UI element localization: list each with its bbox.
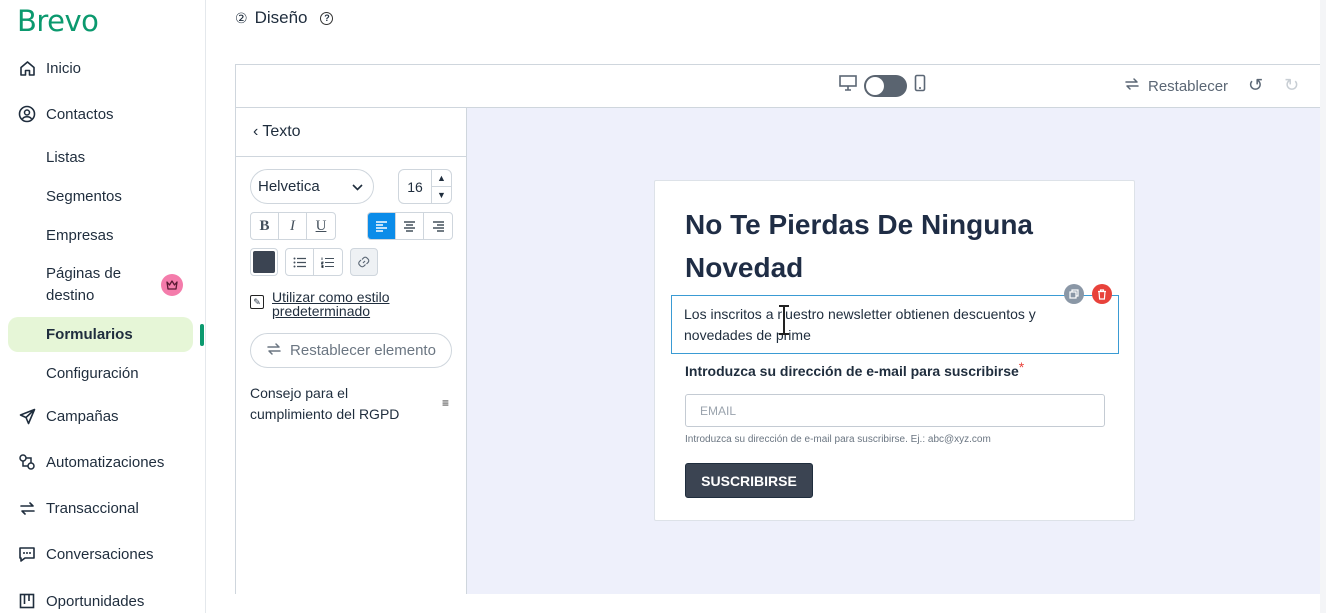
subscribe-button[interactable]: SUSCRIBIRSE — [685, 463, 813, 498]
contacts-icon — [18, 105, 36, 123]
copy-icon[interactable] — [1064, 284, 1084, 304]
edit-icon: ✎ — [250, 295, 264, 309]
sidebar-item-campanas[interactable]: Campañas — [0, 404, 206, 428]
italic-button[interactable]: I — [279, 213, 307, 239]
sidebar-item-transaccional[interactable]: Transaccional — [0, 496, 206, 520]
sidebar-item-label: Automatizaciones — [46, 453, 165, 471]
automation-icon — [18, 453, 36, 471]
email-label-text: Introduzca su dirección de e-mail para s… — [685, 363, 1019, 379]
bold-button[interactable]: B — [251, 213, 279, 239]
list-group — [285, 248, 343, 276]
text-color-picker[interactable] — [250, 248, 278, 276]
text-cursor-icon — [779, 305, 789, 335]
sidebar-item-label: Inicio — [46, 59, 82, 77]
form-preview: No Te Pierdas De Ninguna Novedad Los ins… — [654, 180, 1135, 521]
page-title: Diseño — [254, 8, 308, 27]
sidebar-item-oportunidades[interactable]: Oportunidades — [0, 589, 206, 613]
reset-button[interactable]: Restablecer — [1124, 77, 1228, 95]
step-number: ② — [235, 9, 248, 26]
reset-icon — [1124, 77, 1140, 95]
sidebar-item-label: Transaccional — [46, 499, 139, 517]
selected-text-block[interactable]: Los inscritos a nuestro newsletter obtie… — [671, 295, 1119, 354]
chevron-left-icon: ‹ — [253, 123, 259, 140]
sidebar-item-label: Contactos — [46, 105, 114, 123]
required-mark: * — [1018, 359, 1025, 375]
align-left-button[interactable] — [368, 213, 396, 239]
text-style-group: B I U — [250, 212, 336, 240]
font-size-value[interactable]: 16 — [399, 179, 431, 195]
reset-element-label: Restablecer elemento — [290, 342, 436, 359]
sidebar-item-inicio[interactable]: Inicio — [0, 56, 206, 80]
default-style-link[interactable]: Utilizar como estilo predeterminado — [272, 290, 422, 318]
font-family-value: Helvetica — [258, 178, 320, 195]
email-field-label: Introduzca su dirección de e-mail para s… — [685, 359, 1024, 379]
align-center-button[interactable] — [396, 213, 424, 239]
sidebar-item-contactos[interactable]: Contactos — [0, 102, 206, 126]
sidebar-sub-listas[interactable]: Listas — [46, 149, 85, 166]
help-icon[interactable]: ? — [320, 11, 334, 25]
chevron-down-icon — [352, 178, 363, 195]
chat-icon — [18, 545, 36, 563]
step-header: ② Diseño ? — [235, 8, 334, 28]
rgpd-tip[interactable]: Consejo para el cumplimiento del RGPD — [250, 383, 420, 425]
link-button[interactable] — [350, 248, 378, 276]
bullet-list-button[interactable] — [286, 249, 314, 275]
reset-icon — [266, 342, 282, 360]
panel-back-button[interactable]: ‹ Texto — [236, 108, 466, 157]
reset-element-button[interactable]: Restablecer elemento — [250, 333, 452, 368]
align-right-button[interactable] — [424, 213, 452, 239]
default-style-option[interactable]: ✎ Utilizar como estilo predeterminado — [250, 290, 422, 318]
font-family-select[interactable]: Helvetica — [250, 169, 374, 204]
mobile-icon[interactable] — [913, 74, 927, 97]
sidebar-item-label: Conversaciones — [46, 545, 154, 563]
sidebar-sub-configuracion[interactable]: Configuración — [46, 365, 139, 382]
sidebar-item-automatizaciones[interactable]: Automatizaciones — [0, 450, 206, 474]
reset-label: Restablecer — [1148, 77, 1229, 95]
sidebar-item-conversaciones[interactable]: Conversaciones — [0, 542, 206, 566]
email-field[interactable]: EMAIL — [685, 394, 1105, 427]
text-align-group — [367, 212, 453, 240]
brevo-logo[interactable]: Brevo — [17, 4, 99, 38]
menu-icon[interactable]: ≡ — [442, 396, 449, 410]
editor-toolbar: Restablecer ↺ ↻ — [236, 65, 1322, 108]
transaction-icon — [18, 499, 36, 517]
sidebar: Brevo Inicio Contactos Listas Segmentos … — [0, 0, 206, 613]
page-scrollbar[interactable] — [1320, 0, 1326, 613]
redo-icon[interactable]: ↻ — [1284, 75, 1299, 96]
trash-icon[interactable] — [1092, 284, 1112, 304]
home-icon — [18, 59, 36, 77]
desktop-icon[interactable] — [838, 74, 858, 97]
sidebar-item-label: Oportunidades — [46, 592, 145, 610]
sidebar-sub-formularios[interactable]: Formularios — [46, 326, 133, 343]
sidebar-sub-empresas[interactable]: Empresas — [46, 227, 114, 244]
form-title[interactable]: No Te Pierdas De Ninguna Novedad — [685, 203, 1085, 289]
undo-icon[interactable]: ↺ — [1248, 75, 1263, 96]
crown-icon — [161, 274, 183, 296]
text-properties-panel: ‹ Texto Helvetica 16 ▲ ▼ B I U ✎ Utiliza… — [236, 108, 467, 594]
device-toggle[interactable] — [864, 74, 907, 97]
underline-button[interactable]: U — [307, 213, 335, 239]
increment-icon[interactable]: ▲ — [432, 170, 451, 187]
sidebar-sub-segmentos[interactable]: Segmentos — [46, 188, 122, 205]
form-canvas: No Te Pierdas De Ninguna Novedad Los ins… — [467, 108, 1323, 594]
sidebar-sub-paginas-destino[interactable]: Páginas de destino — [46, 263, 146, 307]
panel-title: Texto — [262, 123, 301, 140]
device-switch — [838, 74, 927, 97]
decrement-icon[interactable]: ▼ — [432, 187, 451, 203]
pipeline-icon — [18, 592, 36, 610]
font-size-stepper[interactable]: 16 ▲ ▼ — [398, 169, 452, 204]
email-hint: Introduzca su dirección de e-mail para s… — [685, 434, 991, 445]
send-icon — [18, 407, 36, 425]
numbered-list-button[interactable] — [314, 249, 342, 275]
sidebar-item-label: Campañas — [46, 407, 119, 425]
active-item-indicator — [200, 324, 204, 346]
